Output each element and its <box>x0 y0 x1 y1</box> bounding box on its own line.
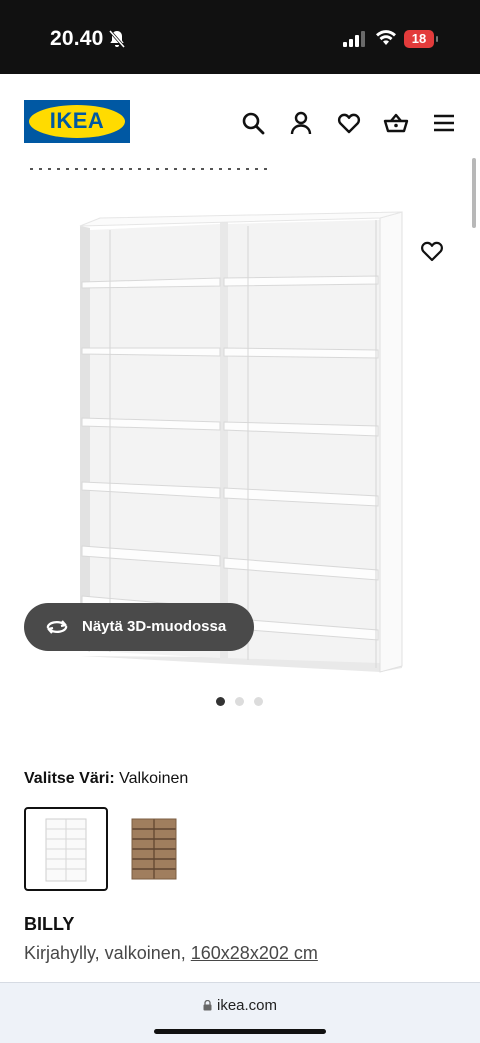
product-type: Kirjahylly, valkoinen, <box>24 943 186 963</box>
color-swatch-brown[interactable] <box>112 807 196 891</box>
logo-text: IKEA <box>49 108 105 133</box>
browser-address-bar[interactable]: ikea.com <box>0 982 480 1043</box>
view-3d-button[interactable]: Näytä 3D-muodossa <box>24 603 254 651</box>
site-header: IKEA <box>0 74 480 169</box>
lock-icon <box>203 998 212 1011</box>
address-display[interactable]: ikea.com <box>0 997 480 1014</box>
product-name: BILLY <box>24 914 75 934</box>
url-text: ikea.com <box>216 997 278 1014</box>
product-dimensions-link[interactable]: 160x28x202 cm <box>191 943 318 963</box>
add-to-wishlist-icon[interactable] <box>419 238 445 264</box>
color-picker-title: Valitse Väri: <box>24 770 115 787</box>
basket-icon[interactable] <box>383 110 409 136</box>
search-icon[interactable] <box>240 110 266 136</box>
user-icon[interactable] <box>288 110 314 136</box>
selected-color-value: Valkoinen <box>119 770 189 787</box>
battery-level: 18 <box>411 31 427 46</box>
color-swatch-white[interactable] <box>24 807 108 891</box>
battery-icon: 18 <box>404 30 438 48</box>
home-indicator[interactable] <box>154 1029 326 1034</box>
scrolled-breadcrumb-fragment <box>30 160 270 170</box>
color-picker-label: Valitse Väri: Valkoinen <box>24 770 188 788</box>
status-time: 20.40 <box>50 27 104 50</box>
menu-icon[interactable] <box>431 110 457 136</box>
ikea-logo[interactable]: IKEA <box>24 100 130 143</box>
gallery-dot[interactable] <box>235 697 244 706</box>
status-bar: 20.40 18 <box>0 0 480 74</box>
gallery-pagination <box>216 697 266 707</box>
heart-icon[interactable] <box>336 110 362 136</box>
rotate-3d-icon <box>44 617 70 637</box>
signal-icon <box>343 31 367 47</box>
bell-slash-icon <box>108 29 126 49</box>
gallery-dot[interactable] <box>254 697 263 706</box>
wifi-icon <box>375 28 397 46</box>
product-description: Kirjahylly, valkoinen, 160x28x202 cm <box>24 943 318 964</box>
view-3d-label: Näytä 3D-muodossa <box>82 618 227 635</box>
gallery-dot-active[interactable] <box>216 697 225 706</box>
